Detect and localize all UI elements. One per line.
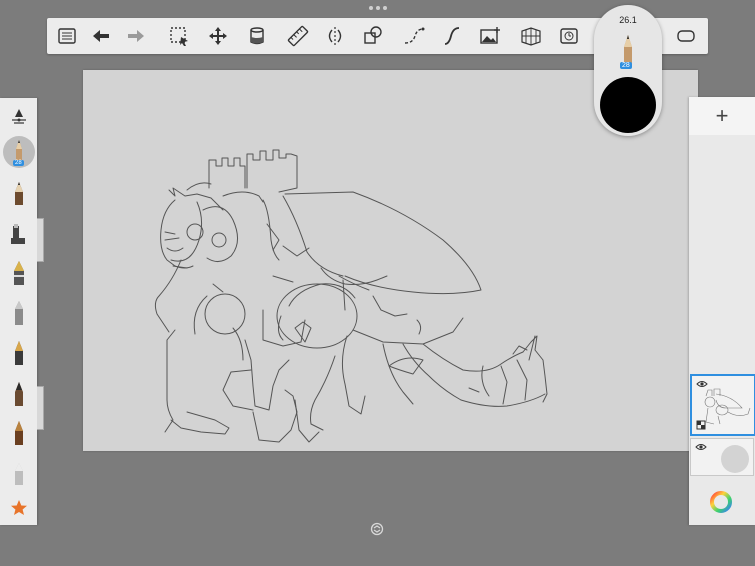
fountain-pen-icon[interactable] bbox=[6, 338, 32, 368]
favorite-star-icon[interactable] bbox=[6, 493, 32, 523]
ruler-icon[interactable] bbox=[286, 24, 310, 48]
layers-panel: + bbox=[689, 97, 755, 525]
layer-thumbnail bbox=[704, 388, 751, 425]
layer-blend-icon[interactable] bbox=[696, 420, 706, 430]
brush-pen-icon[interactable] bbox=[6, 379, 32, 409]
inking-pen-icon[interactable] bbox=[6, 258, 32, 288]
curve-icon[interactable] bbox=[402, 24, 426, 48]
brush-library-icon[interactable] bbox=[6, 102, 32, 132]
redo-icon[interactable] bbox=[124, 24, 148, 48]
list-icon[interactable] bbox=[55, 24, 79, 48]
brush-toolbar: 28 bbox=[0, 98, 37, 525]
active-brush-badge: 28 bbox=[13, 160, 24, 166]
color-wheel-icon[interactable] bbox=[710, 491, 732, 513]
bottom-handle-icon[interactable] bbox=[370, 522, 384, 536]
brush-icon[interactable] bbox=[6, 418, 32, 448]
active-brush-pencil[interactable]: 28 bbox=[3, 136, 35, 168]
add-image-icon[interactable] bbox=[478, 24, 502, 48]
toolbar-tab-upper[interactable] bbox=[37, 218, 44, 262]
brush-badge: 28 bbox=[620, 62, 632, 69]
brush-puck[interactable]: 26.1 28 bbox=[594, 5, 662, 136]
background-color-swatch[interactable] bbox=[721, 445, 749, 473]
layer-sketch[interactable] bbox=[690, 374, 755, 436]
brush-size-value: 26.1 bbox=[619, 15, 637, 25]
pencil-icon[interactable] bbox=[6, 178, 32, 208]
brush-color-swatch[interactable] bbox=[600, 77, 656, 133]
add-layer-button[interactable]: + bbox=[689, 97, 755, 135]
top-drag-handle[interactable] bbox=[369, 6, 387, 10]
shapes-icon[interactable] bbox=[361, 24, 385, 48]
undo-icon[interactable] bbox=[89, 24, 113, 48]
fullscreen-icon[interactable] bbox=[674, 24, 698, 48]
stroke-icon[interactable] bbox=[440, 24, 464, 48]
time-lapse-icon[interactable] bbox=[557, 24, 581, 48]
selection-icon[interactable] bbox=[167, 24, 191, 48]
layer-background[interactable] bbox=[690, 438, 754, 476]
toolbar-tab-lower[interactable] bbox=[37, 386, 44, 430]
eye-icon[interactable] bbox=[695, 443, 707, 451]
perspective-grid-icon[interactable] bbox=[519, 24, 543, 48]
marker-icon[interactable] bbox=[6, 298, 32, 328]
move-icon[interactable] bbox=[206, 24, 230, 48]
paint-bucket-icon[interactable] bbox=[245, 24, 269, 48]
symmetry-icon[interactable] bbox=[323, 24, 347, 48]
eraser-icon[interactable] bbox=[6, 458, 32, 488]
airbrush-icon[interactable] bbox=[6, 219, 32, 249]
